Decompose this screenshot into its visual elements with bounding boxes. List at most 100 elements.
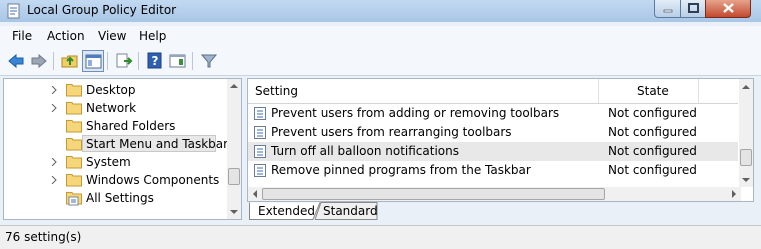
scroll-left-icon[interactable] — [250, 187, 260, 201]
properties-button[interactable] — [167, 50, 189, 72]
tree-item-desktop[interactable]: Desktop — [4, 81, 226, 99]
tree-item-all-settings[interactable]: All Settings — [4, 189, 226, 207]
main-window: Local Group Policy Editor File Action Vi… — [0, 0, 761, 249]
policy-editor-icon — [7, 3, 20, 19]
tab-standard-label: Standard — [323, 204, 378, 218]
column-header: Setting State — [248, 79, 738, 104]
setting-state: Not configured — [608, 163, 697, 177]
status-bar: 76 setting(s) — [0, 225, 761, 249]
expand-arrow-icon[interactable] — [51, 104, 57, 112]
close-button[interactable] — [705, 0, 751, 18]
toolbar-separator — [138, 52, 139, 70]
folder-icon — [66, 174, 82, 187]
details-vertical-scrollbar[interactable] — [739, 79, 753, 187]
forward-button[interactable] — [28, 50, 50, 72]
policy-setting-icon — [254, 145, 266, 158]
export-list-button[interactable] — [113, 50, 135, 72]
folder-icon — [66, 120, 82, 133]
tree-item-label: System — [86, 155, 131, 169]
settings-list: Setting State Prevent users from adding … — [247, 78, 754, 202]
scroll-right-icon[interactable] — [729, 187, 739, 201]
toolbar-separator — [53, 52, 54, 70]
title-bar[interactable]: Local Group Policy Editor — [0, 0, 761, 22]
scrollbar-thumb[interactable] — [740, 149, 752, 166]
scroll-down-icon[interactable] — [227, 207, 241, 217]
export-list-icon — [116, 53, 133, 68]
tab-extended[interactable]: Extended — [249, 202, 319, 220]
column-divider[interactable] — [698, 79, 699, 103]
policy-setting-icon — [254, 126, 266, 139]
folder-icon — [66, 102, 82, 115]
expand-arrow-icon[interactable] — [51, 158, 57, 166]
setting-state: Not configured — [608, 106, 697, 120]
details-horizontal-scrollbar[interactable] — [248, 187, 741, 201]
table-row[interactable]: Turn off all balloon notifications Not c… — [248, 142, 738, 161]
menu-view[interactable]: View — [98, 29, 126, 43]
setting-name: Turn off all balloon notifications — [271, 144, 459, 158]
menu-help[interactable]: Help — [139, 29, 166, 43]
setting-name: Remove pinned programs from the Taskbar — [271, 163, 531, 177]
back-button[interactable] — [5, 50, 27, 72]
tree-item-label: Network — [86, 101, 137, 115]
tab-extended-label: Extended — [258, 204, 315, 218]
menu-action[interactable]: Action — [47, 29, 85, 43]
help-icon: ? — [147, 52, 162, 69]
table-row[interactable]: Prevent users from adding or removing to… — [248, 104, 738, 123]
tree-vertical-scrollbar[interactable] — [227, 79, 241, 219]
setting-state: Not configured — [608, 144, 697, 158]
tree-item-label: Start Menu and Taskbar — [86, 137, 229, 151]
setting-name: Prevent users from rearranging toolbars — [271, 125, 512, 139]
scroll-down-icon[interactable] — [739, 175, 753, 185]
setting-state: Not configured — [608, 125, 697, 139]
tree-item-network[interactable]: Network — [4, 99, 226, 117]
close-icon — [723, 3, 734, 13]
toolbar-separator — [107, 52, 108, 70]
tree-item-label: All Settings — [86, 191, 154, 205]
tree-item-windows-components[interactable]: Windows Components — [4, 171, 226, 189]
folder-icon — [66, 156, 82, 169]
scrollbar-thumb[interactable] — [262, 188, 605, 200]
svg-text:?: ? — [152, 54, 159, 68]
column-setting[interactable]: Setting — [255, 84, 298, 98]
filter-button[interactable] — [198, 50, 220, 72]
view-tabs: Extended Standard — [249, 202, 649, 221]
column-state[interactable]: State — [637, 84, 669, 98]
table-row[interactable]: Remove pinned programs from the Taskbar … — [248, 161, 738, 180]
console-tree-icon — [85, 54, 102, 69]
tree-item-label: Shared Folders — [86, 119, 176, 133]
folder-icon — [66, 84, 82, 97]
maximize-icon — [688, 3, 699, 13]
tree-item-shared-folders[interactable]: Shared Folders — [4, 117, 226, 135]
policy-setting-icon — [254, 107, 266, 120]
up-folder-icon — [61, 55, 78, 68]
menu-file[interactable]: File — [12, 29, 32, 43]
tree-item-start-menu-and-taskbar[interactable]: Start Menu and Taskbar — [4, 135, 229, 153]
menu-bar: File Action View Help — [0, 26, 761, 47]
scroll-up-icon[interactable] — [227, 81, 241, 91]
expand-arrow-icon[interactable] — [51, 86, 57, 94]
minimize-icon — [663, 9, 673, 13]
table-row[interactable]: Prevent users from rearranging toolbars … — [248, 123, 738, 142]
show-hide-tree-button[interactable] — [82, 50, 104, 72]
filter-icon — [200, 54, 218, 68]
tree-item-label: Windows Components — [86, 173, 220, 187]
maximize-button[interactable] — [680, 0, 706, 18]
up-folder-button[interactable] — [59, 50, 81, 72]
policy-setting-icon — [254, 164, 266, 177]
setting-count: 76 setting(s) — [5, 230, 82, 244]
help-button[interactable]: ? — [144, 50, 166, 72]
expand-arrow-icon[interactable] — [51, 176, 57, 184]
minimize-button[interactable] — [654, 0, 681, 18]
column-divider[interactable] — [598, 79, 599, 103]
window-title: Local Group Policy Editor — [27, 3, 177, 17]
all-settings-icon — [66, 192, 82, 206]
tree-item-system[interactable]: System — [4, 153, 226, 171]
scroll-up-icon[interactable] — [739, 82, 753, 92]
forward-arrow-icon — [31, 53, 47, 69]
toolbar-separator — [192, 52, 193, 70]
scrollbar-thumb[interactable] — [228, 168, 240, 185]
console-tree: Desktop Network Shared Folders Start Men… — [3, 78, 242, 220]
setting-name: Prevent users from adding or removing to… — [271, 106, 560, 120]
toolbar: ? — [0, 47, 761, 76]
tab-standard[interactable]: Standard — [317, 202, 378, 220]
